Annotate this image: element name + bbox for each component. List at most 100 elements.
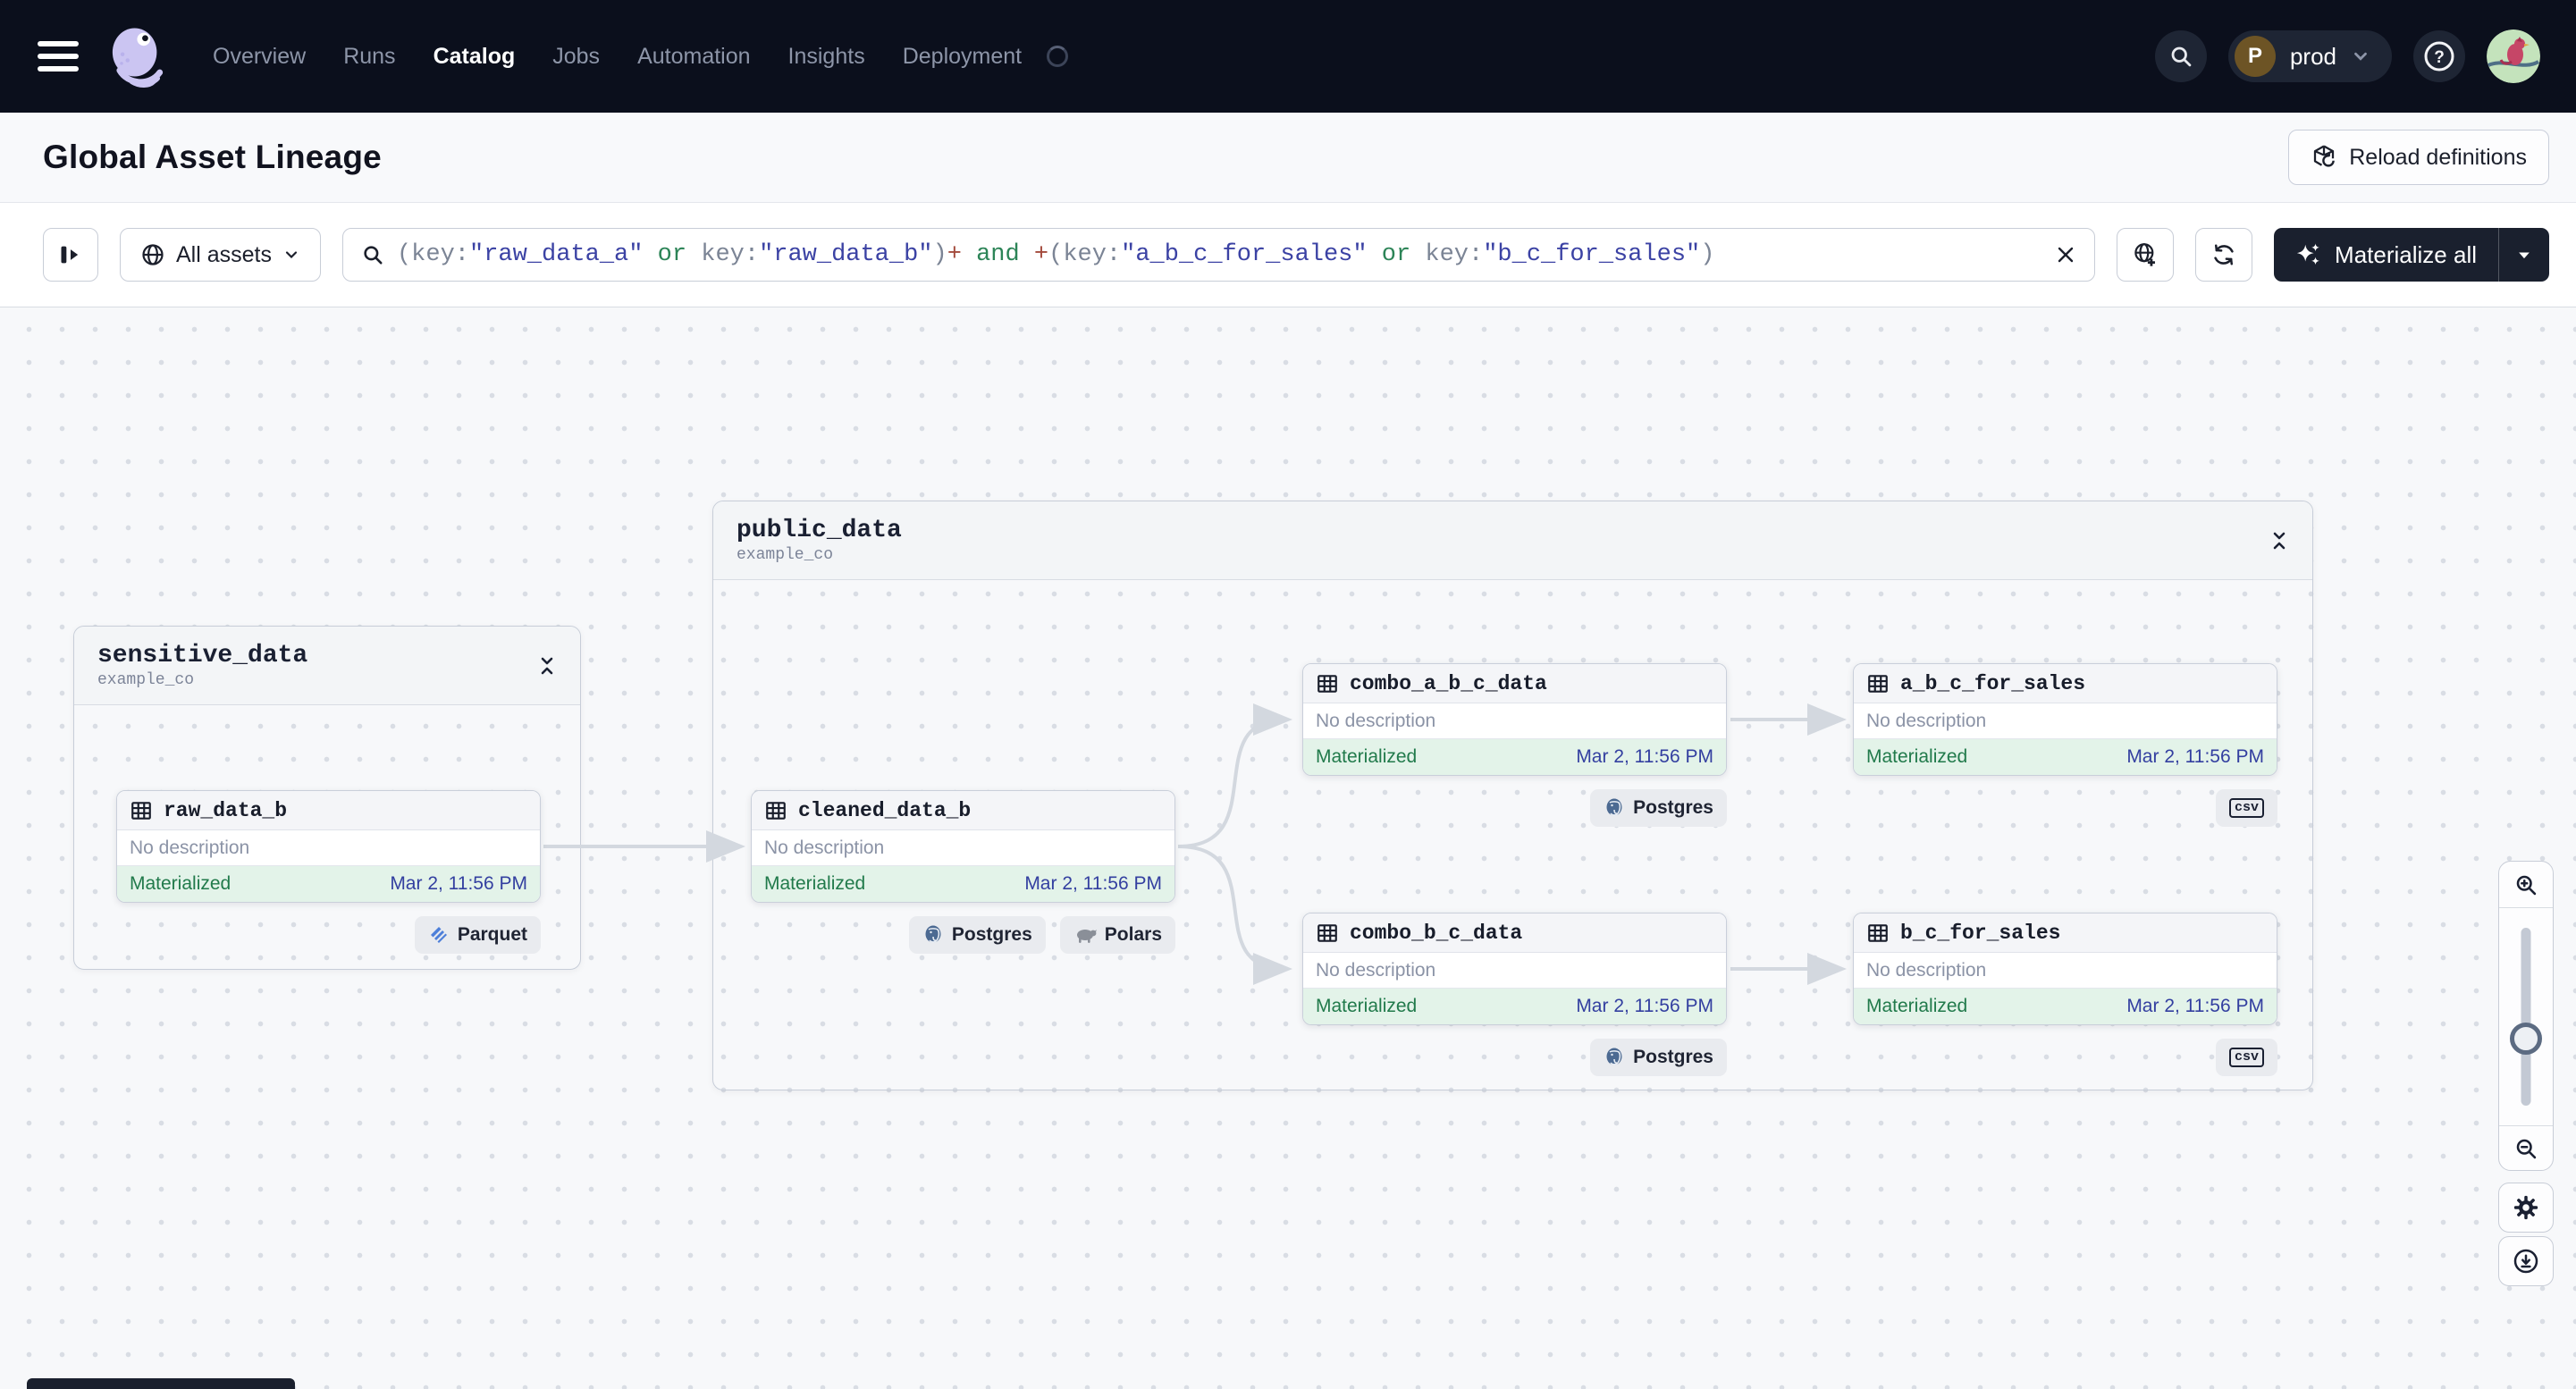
nav-item-insights[interactable]: Insights	[788, 44, 865, 70]
asset-query-text: (key: "raw_data_a" or key: "raw_data_b" …	[396, 241, 1715, 268]
nav-item-catalog[interactable]: Catalog	[434, 44, 516, 70]
asset-node-header: combo_b_c_data	[1303, 913, 1726, 953]
tag-csv[interactable]: csv	[2215, 789, 2277, 827]
asset-node-header: a_b_c_for_sales	[1854, 664, 2277, 703]
asset-status-row: Materialized Mar 2, 11:56 PM	[1854, 739, 2277, 775]
loading-spinner-icon	[1047, 46, 1069, 67]
postgres-icon	[1604, 1047, 1625, 1068]
nav-item-runs[interactable]: Runs	[343, 44, 395, 70]
asset-scope-selector[interactable]: All assets	[120, 228, 321, 282]
environment-name: prod	[2289, 42, 2336, 70]
asset-description: No description	[1854, 703, 2277, 739]
table-icon	[1866, 922, 1890, 945]
asset-description: No description	[1854, 953, 2277, 989]
table-icon	[1316, 672, 1339, 695]
asset-description: No description	[752, 830, 1174, 866]
clear-query-button[interactable]	[2055, 244, 2076, 265]
materialize-all-button[interactable]: Materialize all	[2274, 228, 2498, 282]
asset-description: No description	[1303, 953, 1726, 989]
globe-plus-icon	[2132, 241, 2159, 268]
asset-name: a_b_c_for_sales	[1900, 671, 2086, 695]
materialization-timestamp[interactable]: Mar 2, 11:56 PM	[1576, 746, 1713, 768]
asset-tags: Parquet	[116, 916, 541, 954]
search-icon	[361, 243, 384, 266]
help-button[interactable]: ?	[2413, 30, 2465, 82]
polars-icon	[1073, 926, 1097, 944]
tag-label: Postgres	[1633, 1047, 1713, 1067]
nav-item-jobs[interactable]: Jobs	[552, 44, 600, 70]
download-image-button[interactable]	[2498, 1236, 2554, 1286]
refresh-button[interactable]	[2195, 228, 2253, 282]
asset-node-header: cleaned_data_b	[752, 791, 1174, 830]
asset-name: combo_b_c_data	[1350, 921, 1523, 945]
page-title: Global Asset Lineage	[43, 139, 382, 175]
materialize-options-button[interactable]	[2499, 228, 2549, 282]
question-mark-icon: ?	[2421, 38, 2457, 74]
top-nav: Overview Runs Catalog Jobs Automation In…	[0, 0, 2576, 113]
status-badge: Materialized	[764, 873, 866, 894]
asset-node-header: combo_a_b_c_data	[1303, 664, 1726, 703]
asset-status-row: Materialized Mar 2, 11:56 PM	[1303, 989, 1726, 1024]
page-header: Global Asset Lineage Reload definitions	[0, 113, 2576, 203]
reload-definitions-button[interactable]: Reload definitions	[2288, 130, 2549, 185]
tag-parquet[interactable]: Parquet	[414, 916, 541, 954]
download-icon	[2513, 1248, 2539, 1275]
zoom-in-button[interactable]	[2499, 862, 2553, 908]
tag-csv[interactable]: csv	[2215, 1039, 2277, 1076]
caret-down-icon	[2515, 246, 2533, 264]
nav-right: P prod ?	[2154, 29, 2540, 83]
globe-icon	[140, 242, 165, 267]
zoom-slider[interactable]	[2499, 908, 2553, 1125]
partial-toast	[27, 1378, 295, 1389]
asset-scope-label: All assets	[176, 241, 272, 267]
asset-node-combo_a_b_c_data[interactable]: combo_a_b_c_data No description Material…	[1302, 663, 1727, 776]
tag-postgres[interactable]: Postgres	[1590, 789, 1727, 827]
asset-name: raw_data_b	[164, 798, 288, 822]
materialization-timestamp[interactable]: Mar 2, 11:56 PM	[1024, 873, 1162, 895]
search-icon	[2168, 44, 2193, 69]
asset-node-b_c_for_sales[interactable]: b_c_for_sales No description Materialize…	[1853, 913, 2277, 1025]
asset-status-row: Materialized Mar 2, 11:56 PM	[1303, 739, 1726, 775]
hamburger-menu-icon[interactable]	[38, 41, 79, 72]
graph-settings-button[interactable]	[2498, 1183, 2554, 1233]
asset-node-raw_data_b[interactable]: raw_data_b No description Materialized M…	[116, 790, 541, 903]
nav-item-deployment[interactable]: Deployment	[903, 44, 1022, 70]
tag-postgres[interactable]: Postgres	[1590, 1039, 1727, 1076]
materialization-timestamp[interactable]: Mar 2, 11:56 PM	[1576, 996, 1713, 1017]
toggle-sidebar-button[interactable]	[43, 228, 98, 282]
status-badge: Materialized	[1866, 746, 1968, 767]
tag-polars[interactable]: Polars	[1059, 916, 1175, 954]
postgres-icon	[922, 924, 944, 946]
table-icon	[764, 799, 787, 822]
asset-node-header: raw_data_b	[117, 791, 540, 830]
asset-tags: csv	[1853, 789, 2277, 827]
asset-tags: csv	[1853, 1039, 2277, 1076]
asset-node-combo_b_c_data[interactable]: combo_b_c_data No description Materializ…	[1302, 913, 1727, 1025]
asset-node-cleaned_data_b[interactable]: cleaned_data_b No description Materializ…	[751, 790, 1175, 903]
asset-query-input[interactable]: (key: "raw_data_a" or key: "raw_data_b" …	[341, 228, 2096, 282]
view-scope-button[interactable]	[2117, 228, 2175, 282]
user-avatar[interactable]	[2487, 29, 2540, 83]
nav-item-automation[interactable]: Automation	[637, 44, 750, 70]
tag-label: Postgres	[1633, 797, 1713, 818]
environment-switcher[interactable]: P prod	[2227, 30, 2392, 82]
materialization-timestamp[interactable]: Mar 2, 11:56 PM	[390, 873, 527, 895]
svg-text:?: ?	[2434, 48, 2445, 67]
dagster-logo-icon[interactable]	[105, 24, 170, 88]
lineage-graph-canvas[interactable]: sensitive_data example_co public_data ex…	[0, 307, 2576, 1389]
asset-node-a_b_c_for_sales[interactable]: a_b_c_for_sales No description Materiali…	[1853, 663, 2277, 776]
zoom-slider-thumb[interactable]	[2510, 1023, 2542, 1055]
chevron-down-icon	[282, 246, 300, 264]
nav-item-overview[interactable]: Overview	[213, 44, 306, 70]
zoom-out-button[interactable]	[2499, 1125, 2553, 1170]
materialization-timestamp[interactable]: Mar 2, 11:56 PM	[2126, 746, 2264, 768]
asset-tags: Postgres	[1302, 1039, 1727, 1076]
table-icon	[1866, 672, 1890, 695]
tag-postgres[interactable]: Postgres	[908, 916, 1046, 954]
zoom-slider-track[interactable]	[2521, 928, 2531, 1106]
chevron-down-icon	[2351, 46, 2370, 66]
global-search-button[interactable]	[2154, 30, 2207, 82]
materialization-timestamp[interactable]: Mar 2, 11:56 PM	[2126, 996, 2264, 1017]
asset-name: cleaned_data_b	[798, 798, 972, 822]
panel-expand-icon	[58, 242, 83, 267]
